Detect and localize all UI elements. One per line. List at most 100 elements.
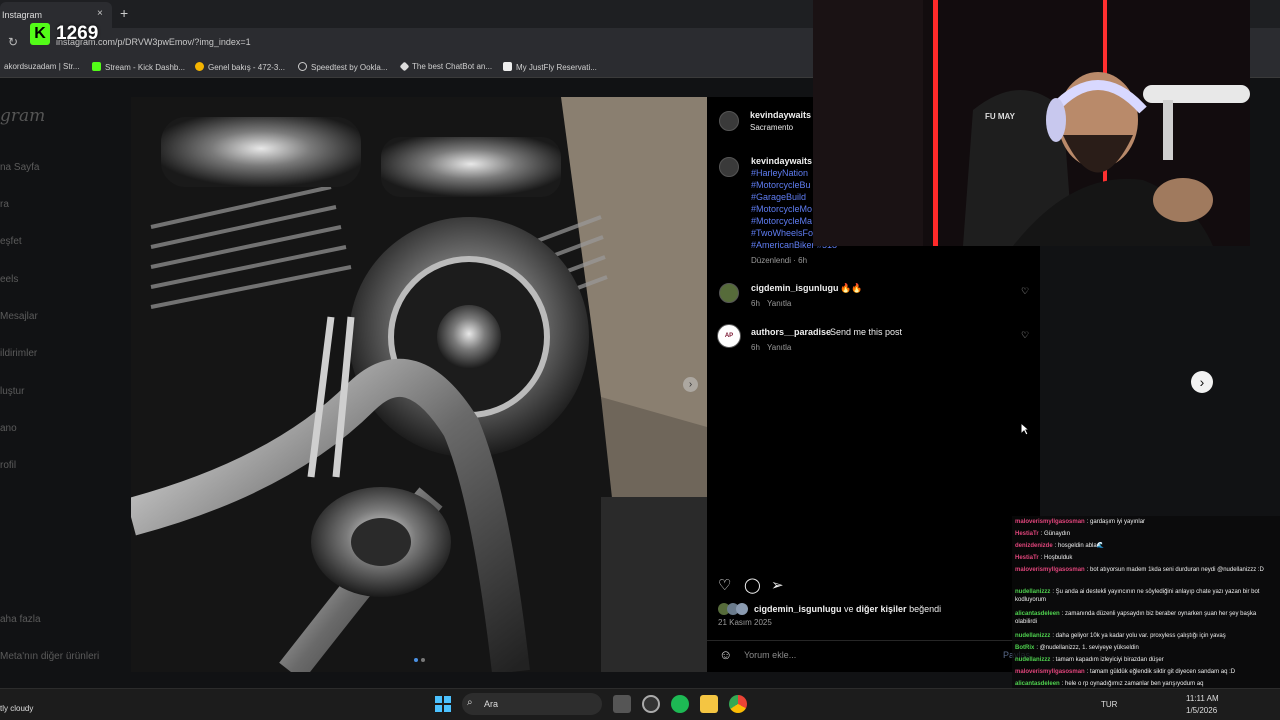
reload-icon[interactable]: ↻	[8, 35, 18, 49]
nav-search[interactable]: ra	[0, 199, 9, 210]
bookmark-item[interactable]: The best ChatBot an...	[399, 61, 492, 72]
bookmark-item[interactable]: Speedtest by Ookla...	[298, 62, 388, 72]
windows-start-icon[interactable]	[435, 696, 451, 712]
chat-username[interactable]: alicantasdeleen	[1015, 611, 1060, 617]
comment-like-icon[interactable]: ♡	[1021, 286, 1029, 297]
chat-username[interactable]: maloverismyllgasosman	[1015, 567, 1085, 573]
comment-user[interactable]: authors__paradise	[751, 327, 831, 337]
divider	[707, 640, 1040, 641]
hashtag[interactable]: #HarleyNation	[751, 168, 808, 178]
hashtag[interactable]: #MotorcycleMa	[751, 216, 812, 226]
nav-home[interactable]: na Sayfa	[0, 162, 39, 173]
nav-reels[interactable]: eels	[0, 274, 18, 285]
language-indicator[interactable]: TUR	[1101, 700, 1117, 709]
chat-message: denizdenizde: hosgeldin abla🌊	[1015, 542, 1277, 550]
nav-dashboard[interactable]: ano	[0, 423, 17, 434]
chat-message: alicantasdeleen: zamanında düzenli yapsa…	[1015, 610, 1277, 626]
chat-message: alicantasdeleen: hele o rp oynadığımız z…	[1015, 680, 1277, 688]
chat-username[interactable]: HestiaTr	[1015, 555, 1039, 561]
comment-icon[interactable]: ◯	[744, 576, 761, 594]
carousel-dot-active	[414, 658, 418, 662]
bookmark-item[interactable]: Stream - Kick Dashb...	[92, 62, 185, 72]
bookmark-item[interactable]: akordsuzadam | Str...	[4, 62, 79, 71]
post-location[interactable]: Sacramento	[750, 123, 793, 132]
task-view-icon[interactable]	[613, 695, 631, 713]
hashtag[interactable]: #MotorcycleBu	[751, 180, 811, 190]
nav-notifications[interactable]: ildirimler	[0, 348, 37, 359]
caption-avatar[interactable]	[719, 157, 739, 177]
hashtag[interactable]: #TwoWheelsFo	[751, 228, 813, 238]
chat-text: : tamam güldük eğlendik siktir git diyec…	[1086, 669, 1236, 675]
comment-user[interactable]: cigdemin_isgunlugu	[751, 283, 839, 293]
like-icon[interactable]: ♡	[718, 576, 731, 594]
chat-text: : @nudellanizzz, 1. seviyeye yükseldin	[1036, 645, 1139, 651]
emoji-icon[interactable]: ☺	[719, 647, 732, 662]
commenter-avatar[interactable]: AP	[717, 324, 741, 348]
reply-button[interactable]: Yanıtla	[767, 299, 791, 308]
comment-text: Send me this post	[830, 327, 903, 337]
chat-text: : hele o rp oynadığımız zamanlar ben yar…	[1061, 681, 1204, 687]
tab-close-icon[interactable]: ×	[97, 8, 103, 19]
chat-username[interactable]: maloverismyllgasosman	[1015, 519, 1085, 525]
bookmark-label: Genel bakış - 472-3...	[208, 63, 285, 72]
instagram-logo[interactable]: gram	[0, 106, 45, 126]
liker-avatars	[718, 603, 750, 615]
new-tab-button[interactable]: +	[120, 5, 128, 21]
chat-text: : Şu anda ai destekli yayıncının ne söyl…	[1015, 589, 1260, 603]
likes-connector: ve	[841, 604, 857, 614]
nav-messages[interactable]: Mesajlar	[0, 311, 38, 322]
share-icon[interactable]: ➢	[771, 576, 784, 594]
hashtag[interactable]: #GarageBuild	[751, 192, 806, 202]
chat-username[interactable]: alicantasdeleen	[1015, 681, 1060, 687]
next-post-icon[interactable]: ›	[1191, 371, 1213, 393]
commenter-avatar[interactable]	[719, 283, 739, 303]
post-author[interactable]: kevindaywaits	[750, 110, 811, 120]
obs-icon[interactable]	[642, 695, 660, 713]
chat-message: HestiaTr: Hoşbulduk	[1015, 554, 1277, 562]
comment-input[interactable]: Yorum ekle...	[744, 650, 796, 660]
hashtag[interactable]: #MotorcycleMo	[751, 204, 812, 214]
chat-username[interactable]: denizdenizde	[1015, 543, 1053, 549]
chat-message: nudellanizzz: daha geliyor 10k ya kadar …	[1015, 632, 1277, 640]
caption-author[interactable]: kevindaywaits	[751, 156, 812, 166]
weather-widget[interactable]: tly cloudy	[0, 704, 33, 713]
carousel-dot	[421, 658, 425, 662]
image-next-icon[interactable]: ›	[683, 377, 698, 392]
post-image[interactable]	[131, 97, 707, 672]
taskbar-search[interactable]	[462, 693, 602, 715]
comment-like-icon[interactable]: ♡	[1021, 330, 1029, 341]
chat-message: maloverismyllgasosman: bot atıyorsun mad…	[1015, 566, 1277, 574]
nav-more[interactable]: aha fazla	[0, 614, 41, 625]
nav-profile[interactable]: rofil	[0, 460, 16, 471]
liker-name[interactable]: cigdemin_isgunlugu	[754, 604, 842, 614]
nav-explore[interactable]: eşfet	[0, 236, 22, 247]
clock-date[interactable]: 1/5/2026	[1186, 706, 1217, 715]
chat-message: nudellanizzz: Şu anda ai destekli yayınc…	[1015, 588, 1277, 604]
likes-others[interactable]: diğer kişiler	[856, 604, 907, 614]
bookmark-item[interactable]: My JustFly Reservati...	[503, 62, 597, 72]
viewer-count: 1269	[56, 23, 99, 44]
chat-message: BotRix: @nudellanizzz, 1. seviyeye yükse…	[1015, 644, 1277, 652]
chat-username[interactable]: maloverismyllgasosman	[1015, 669, 1085, 675]
chat-username[interactable]: nudellanizzz	[1015, 589, 1050, 595]
nav-create[interactable]: luştur	[0, 386, 24, 397]
file-explorer-icon[interactable]	[700, 695, 718, 713]
bookmark-item[interactable]: Genel bakış - 472-3...	[195, 62, 285, 72]
reply-button[interactable]: Yanıtla	[767, 343, 791, 352]
justfly-icon	[503, 62, 512, 71]
spotify-icon[interactable]	[671, 695, 689, 713]
clock-time[interactable]: 11:11 AM	[1186, 694, 1219, 703]
webcam-overlay: FU MAY	[813, 0, 1250, 246]
chat-username[interactable]: HestiaTr	[1015, 531, 1039, 537]
kick-logo-icon: K	[30, 23, 50, 45]
author-avatar[interactable]	[719, 111, 739, 131]
chat-username[interactable]: BotRix	[1015, 645, 1034, 651]
chat-text: : tamam kapadım izleyiciyi birazdan düşe…	[1052, 657, 1164, 663]
chat-username[interactable]: nudellanizzz	[1015, 657, 1050, 663]
comment-time: 6h	[751, 343, 760, 352]
chair-brand: FU MAY	[985, 112, 1015, 121]
chat-username[interactable]: nudellanizzz	[1015, 633, 1050, 639]
streamer-camera-image	[813, 0, 1250, 246]
chrome-icon[interactable]	[729, 695, 747, 713]
nav-meta-products[interactable]: Meta'nın diğer ürünleri	[0, 651, 99, 662]
